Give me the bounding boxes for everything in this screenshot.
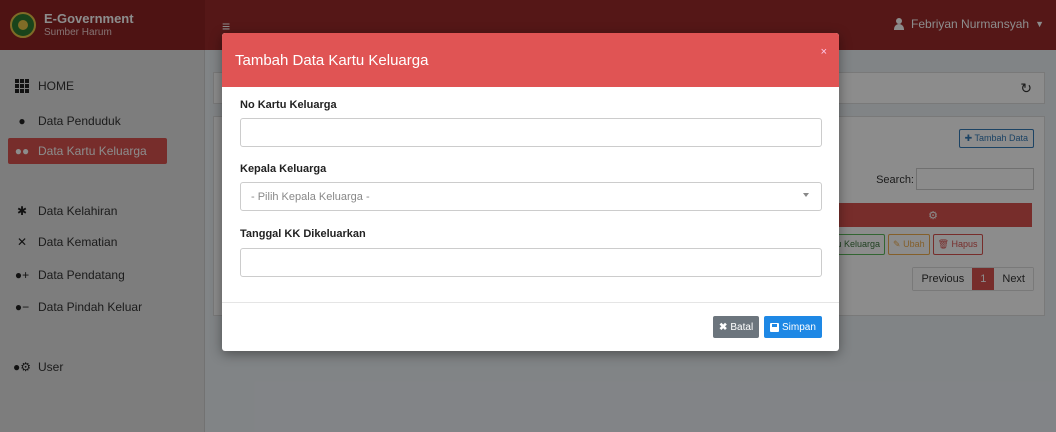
batal-label: Batal <box>730 321 754 333</box>
chevron-down-icon <box>803 193 809 197</box>
save-icon <box>770 322 779 332</box>
times-icon: ✖ <box>719 321 728 333</box>
tanggal-kk-label: Tanggal KK Dikeluarkan <box>240 228 366 240</box>
batal-button[interactable]: ✖ Batal <box>713 316 760 338</box>
modal-title: Tambah Data Kartu Keluarga <box>235 51 429 69</box>
kepala-keluarga-label: Kepala Keluarga <box>240 163 327 175</box>
kepala-keluarga-select[interactable]: - Pilih Kepala Keluarga - <box>240 182 822 211</box>
modal-body: No Kartu Keluarga Kepala Keluarga - Pili… <box>222 87 839 303</box>
no-kk-input[interactable] <box>240 118 822 147</box>
modal-footer: ✖ Batal Simpan <box>222 303 839 351</box>
modal-header: Tambah Data Kartu Keluarga × <box>222 33 839 87</box>
simpan-label: Simpan <box>782 321 816 333</box>
simpan-button[interactable]: Simpan <box>764 316 822 338</box>
kepala-keluarga-placeholder: - Pilih Kepala Keluarga - <box>251 190 370 203</box>
tambah-kk-modal: Tambah Data Kartu Keluarga × No Kartu Ke… <box>222 33 839 351</box>
close-icon[interactable]: × <box>821 46 827 58</box>
no-kk-label: No Kartu Keluarga <box>240 99 337 111</box>
tanggal-kk-input[interactable] <box>240 248 822 277</box>
